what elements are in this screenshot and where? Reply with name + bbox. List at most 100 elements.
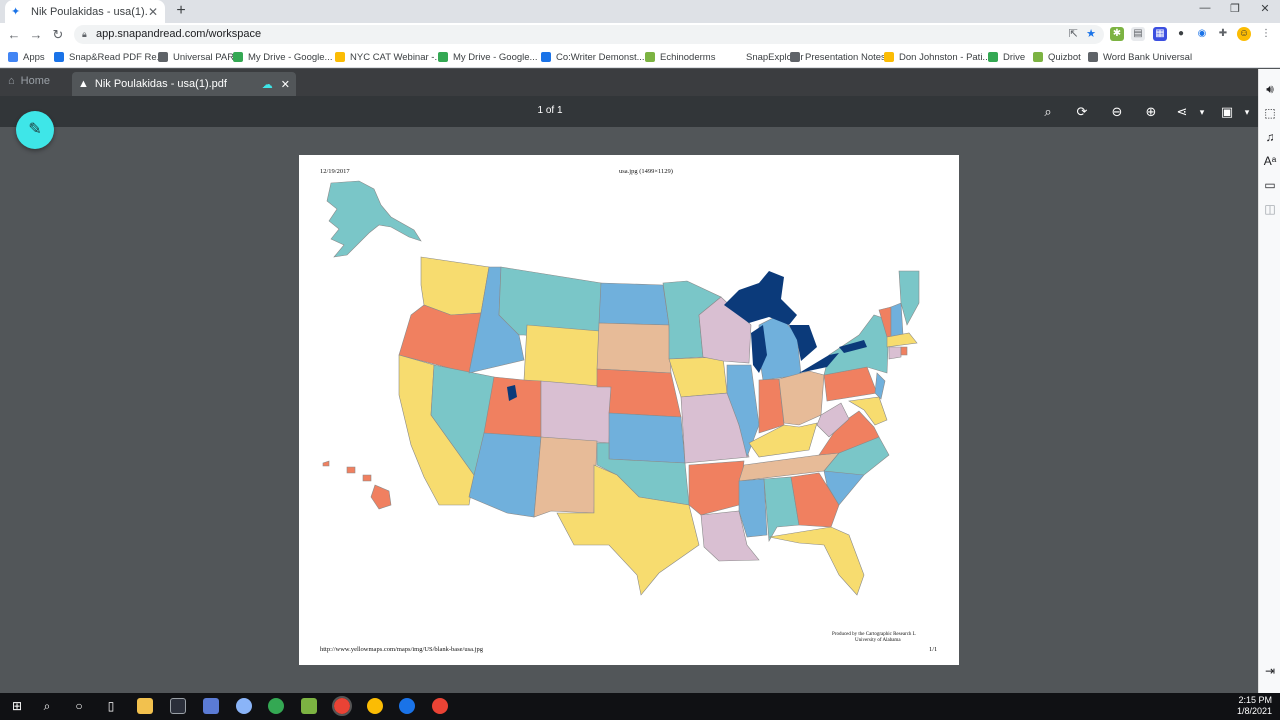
reload-icon[interactable]: ↻ <box>49 26 67 44</box>
screen-select-icon[interactable]: ⬚ <box>1262 105 1278 121</box>
save-dropdown-icon[interactable]: ▾ <box>1238 103 1256 121</box>
bookmark-label: Drive <box>1003 51 1026 63</box>
new-tab-button[interactable]: + <box>172 2 190 20</box>
bookmark-favicon-icon <box>541 52 551 62</box>
task-view-icon[interactable]: ▯ <box>102 697 120 715</box>
profile-avatar[interactable]: ☺ <box>1237 27 1251 41</box>
close-document-icon[interactable]: ✕ <box>281 78 290 91</box>
bookmark-item[interactable]: Universal PAR <box>158 50 234 64</box>
state-hawaii-2 <box>346 466 356 474</box>
share-dropdown-icon[interactable]: ▾ <box>1193 103 1211 121</box>
save-icon[interactable]: ▣ <box>1218 103 1236 121</box>
extension-calendar-icon[interactable]: ▦ <box>1153 27 1167 41</box>
zoom-in-icon[interactable]: ⊕ <box>1142 103 1160 121</box>
state-hawaii-3 <box>362 474 372 482</box>
url-text: app.snapandread.com/workspace <box>96 28 262 40</box>
snapandread-app-icon[interactable] <box>399 698 415 714</box>
extension-quizbot-icon[interactable]: ✱ <box>1110 27 1124 41</box>
bookmark-item[interactable]: My Drive - Google... <box>233 50 332 64</box>
state-hawaii-1 <box>322 460 330 467</box>
bookmark-item[interactable]: My Drive - Google... <box>438 50 537 64</box>
bookmark-item[interactable]: Apps <box>8 50 45 64</box>
bookmark-label: My Drive - Google... <box>248 51 333 63</box>
bookmark-favicon-icon <box>438 52 448 62</box>
exit-panel-icon[interactable]: ⇥ <box>1262 663 1278 679</box>
outline-icon[interactable]: ▭ <box>1262 177 1278 193</box>
state-new-jersey <box>874 372 886 400</box>
print-header: usa.jpg (1499×1129) <box>619 168 673 175</box>
home-tab-label: Home <box>20 75 50 87</box>
bookmark-favicon-icon <box>335 52 345 62</box>
bookmark-item[interactable]: Presentation Notes <box>790 50 886 64</box>
extension-reader-icon[interactable]: ▤ <box>1131 27 1145 41</box>
state-rhode-island <box>900 346 908 356</box>
bookmark-item[interactable]: Echinoderms <box>645 50 715 64</box>
credit-line-2: University of Alabama <box>855 638 901 643</box>
state-south-dakota <box>596 322 672 374</box>
document-tab[interactable]: ▲ Nik Poulakidas - usa(1).pdf ☁ ✕ <box>72 72 296 96</box>
chrome-app-icon[interactable] <box>268 698 284 714</box>
photos-app-icon[interactable] <box>301 698 317 714</box>
bookmark-label: Word Bank Universal <box>1103 51 1193 63</box>
bookmark-label: Snap&Read PDF Re... <box>69 51 165 63</box>
snapandread-side-toolbar: 🔊︎ ⬚ ♫ Aᵃ ▭ ◫ ⇥ <box>1258 69 1280 693</box>
home-tab[interactable]: ⌂ Home <box>8 75 50 87</box>
bookmark-star-icon[interactable]: ★ <box>1086 25 1096 44</box>
windows-taskbar: ⊞ ⌕ ○ ▯ 2:15 PM 1/8/2021 <box>0 693 1280 720</box>
browser-tab-strip: ✦ Nik Poulakidas - usa(1).pdf ✕ + — ❐ ✕ <box>0 0 1280 23</box>
bookmark-item[interactable]: Snap&Read PDF Re... <box>54 50 165 64</box>
rotate-icon[interactable]: ⟳ <box>1073 103 1091 121</box>
source-url: http://www.yellowmaps.com/maps/img/US/bl… <box>320 646 483 653</box>
bookmark-favicon-icon <box>8 52 18 62</box>
extensions-puzzle-icon[interactable]: ✚ <box>1216 27 1230 41</box>
close-window-button[interactable]: ✕ <box>1250 2 1280 18</box>
calculator-icon[interactable] <box>203 698 219 714</box>
search-icon[interactable]: ⌕ <box>38 697 56 715</box>
translate-icon[interactable]: Aᵃ <box>1262 153 1278 169</box>
paint-app-icon[interactable] <box>236 698 252 714</box>
windows-start-icon[interactable]: ⊞ <box>8 697 26 715</box>
address-bar[interactable]: 🔒︎ app.snapandread.com/workspace ⇱ ★ <box>74 25 1104 44</box>
chrome-window-icon[interactable] <box>432 698 448 714</box>
edit-pencil-button[interactable]: ✎ <box>16 111 54 149</box>
cowriter-icon[interactable] <box>170 698 186 714</box>
chrome-active-icon[interactable] <box>332 696 352 716</box>
pdf-toolbar: 1 of 1 ⌕ ⟳ ⊖ ⊕ ⋖ ▾ ▣ ▾ <box>0 96 1258 127</box>
cloud-saved-icon: ☁ <box>261 78 273 91</box>
bookmark-item[interactable]: Word Bank Universal <box>1088 50 1192 64</box>
back-arrow-icon[interactable]: ← <box>5 26 23 44</box>
state-iowa <box>668 356 728 398</box>
dictionary-icon[interactable]: ◫ <box>1262 201 1278 217</box>
share-icon[interactable]: ⋖ <box>1173 103 1191 121</box>
browser-menu-icon[interactable]: ⋮ <box>1259 27 1273 41</box>
bookmark-item[interactable]: Drive <box>988 50 1025 64</box>
close-tab-icon[interactable]: ✕ <box>147 5 159 19</box>
search-document-icon[interactable]: ⌕ <box>1039 103 1057 121</box>
bookmark-item[interactable]: Don Johnston - Pati... <box>884 50 990 64</box>
voice-note-icon[interactable]: ♫ <box>1262 129 1278 145</box>
system-clock[interactable]: 2:15 PM 1/8/2021 <box>1237 695 1272 717</box>
browser-tab[interactable]: ✦ Nik Poulakidas - usa(1).pdf ✕ <box>5 0 165 23</box>
bookmark-item[interactable]: Co:Writer Demonst... <box>541 50 645 64</box>
bookmark-item[interactable]: NYC CAT Webinar -... <box>335 50 442 64</box>
extension-snapandread-icon[interactable]: ◉ <box>1195 27 1209 41</box>
chrome-profile-icon[interactable] <box>367 698 383 714</box>
zoom-out-icon[interactable]: ⊖ <box>1108 103 1126 121</box>
forward-arrow-icon[interactable]: → <box>27 26 45 44</box>
open-in-app-icon[interactable]: ⇱ <box>1069 25 1078 44</box>
cortana-icon[interactable]: ○ <box>70 697 88 715</box>
restore-window-button[interactable]: ❐ <box>1220 2 1250 18</box>
state-florida <box>768 526 865 596</box>
file-explorer-icon[interactable] <box>137 698 153 714</box>
bookmark-label: Presentation Notes <box>805 51 886 63</box>
state-alaska <box>326 180 422 258</box>
minimize-window-button[interactable]: — <box>1190 2 1220 18</box>
bookmark-item[interactable]: Quizbot <box>1033 50 1081 64</box>
state-new-hampshire <box>890 302 904 338</box>
bookmark-favicon-icon <box>988 52 998 62</box>
bookmark-label: Don Johnston - Pati... <box>899 51 991 63</box>
bookmark-favicon-icon <box>1088 52 1098 62</box>
read-aloud-speaker-icon[interactable]: 🔊︎ <box>1262 81 1278 97</box>
extension-chat-icon[interactable]: ● <box>1174 27 1188 41</box>
lock-icon: 🔒︎ <box>82 29 87 39</box>
